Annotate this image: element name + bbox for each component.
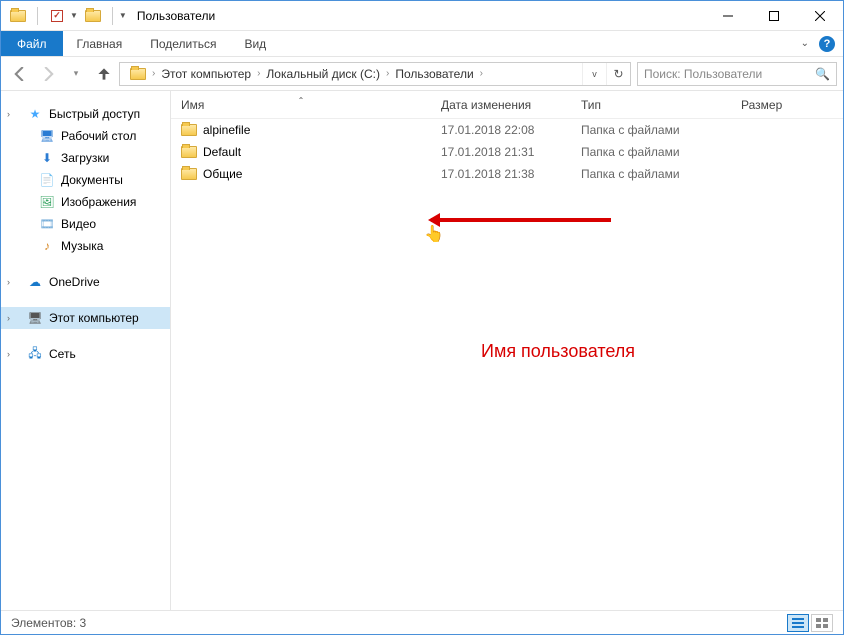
- tab-home[interactable]: Главная: [63, 31, 137, 56]
- folder-icon: [181, 146, 197, 158]
- navigation-bar: ▾ › Этот компьютер › Локальный диск (C:)…: [1, 57, 843, 91]
- chevron-down-icon[interactable]: ▼: [70, 11, 78, 20]
- quick-access-toolbar: ✓ ▼ ▼: [1, 5, 127, 27]
- title-bar: ✓ ▼ ▼ Пользователи: [1, 1, 843, 31]
- sidebar-item-quick-access[interactable]: › ★ Быстрый доступ: [1, 103, 170, 125]
- qat-folder-icon[interactable]: [7, 5, 29, 27]
- ribbon-expand-icon[interactable]: ⌄: [801, 38, 809, 49]
- minimize-button[interactable]: [705, 1, 751, 31]
- sidebar-item-label: OneDrive: [49, 275, 100, 289]
- forward-button[interactable]: [35, 61, 61, 87]
- file-name: Общие: [203, 167, 242, 181]
- file-date: 17.01.2018 21:31: [431, 145, 571, 159]
- sidebar-item-downloads[interactable]: ⬇ Загрузки: [1, 147, 170, 169]
- address-bar[interactable]: › Этот компьютер › Локальный диск (C:) ›…: [119, 62, 631, 86]
- sidebar-item-label: Этот компьютер: [49, 311, 139, 325]
- file-tab[interactable]: Файл: [1, 31, 63, 56]
- monitor-icon: 🖥: [27, 310, 43, 326]
- search-box[interactable]: Поиск: Пользователи 🔍: [637, 62, 837, 86]
- breadcrumb[interactable]: Этот компьютер: [155, 67, 257, 81]
- view-large-icons-button[interactable]: [811, 614, 833, 632]
- file-list-area: ⌃Имя Дата изменения Тип Размер alpinefil…: [171, 91, 843, 612]
- file-date: 17.01.2018 21:38: [431, 167, 571, 181]
- navigation-pane: › ★ Быстрый доступ 🖥 Рабочий стол ⬇ Загруз…: [1, 91, 171, 612]
- file-name: alpinefile: [203, 123, 250, 137]
- column-header-size[interactable]: Размер: [731, 98, 811, 112]
- search-icon: 🔍: [815, 67, 830, 81]
- file-date: 17.01.2018 22:08: [431, 123, 571, 137]
- address-dropdown[interactable]: v: [582, 63, 606, 85]
- column-header-date[interactable]: Дата изменения: [431, 98, 571, 112]
- status-item-count: Элементов: 3: [11, 616, 86, 630]
- chevron-right-icon[interactable]: ›: [7, 109, 17, 119]
- qat-properties-button[interactable]: ✓: [46, 5, 68, 27]
- back-button[interactable]: [7, 61, 33, 87]
- qat-new-folder-button[interactable]: [82, 5, 104, 27]
- file-name: Default: [203, 145, 241, 159]
- pictures-icon: 🖼: [39, 194, 55, 210]
- file-row[interactable]: Общие 17.01.2018 21:38 Папка с файлами: [171, 163, 843, 185]
- star-icon: ★: [27, 106, 43, 122]
- search-placeholder: Поиск: Пользователи: [644, 67, 762, 81]
- file-row[interactable]: Default 17.01.2018 21:31 Папка с файлами: [171, 141, 843, 163]
- annotation-label: Имя пользователя: [481, 341, 635, 362]
- sidebar-item-label: Изображения: [61, 195, 136, 209]
- sidebar-item-label: Сеть: [49, 347, 76, 361]
- chevron-right-icon[interactable]: ›: [480, 68, 483, 79]
- sidebar-item-label: Музыка: [61, 239, 103, 253]
- refresh-button[interactable]: ↻: [606, 63, 630, 85]
- downloads-icon: ⬇: [39, 150, 55, 166]
- close-button[interactable]: [797, 1, 843, 31]
- sidebar-item-videos[interactable]: 🎞 Видео: [1, 213, 170, 235]
- file-type: Папка с файлами: [571, 123, 731, 137]
- desktop-icon: 🖥: [39, 128, 55, 144]
- file-row[interactable]: alpinefile 17.01.2018 22:08 Папка с файл…: [171, 119, 843, 141]
- sidebar-item-onedrive[interactable]: › ☁ OneDrive: [1, 271, 170, 293]
- annotation-arrow: [431, 218, 611, 222]
- breadcrumb[interactable]: Пользователи: [389, 67, 479, 81]
- ribbon: Файл Главная Поделиться Вид ⌄ ?: [1, 31, 843, 57]
- up-button[interactable]: [91, 61, 117, 87]
- tab-view[interactable]: Вид: [230, 31, 280, 56]
- sidebar-item-documents[interactable]: 📄 Документы: [1, 169, 170, 191]
- sidebar-item-label: Загрузки: [61, 151, 109, 165]
- file-type: Папка с файлами: [571, 167, 731, 181]
- window-title: Пользователи: [137, 9, 215, 23]
- folder-icon: [181, 168, 197, 180]
- help-icon[interactable]: ?: [819, 36, 835, 52]
- chevron-right-icon[interactable]: ›: [7, 313, 17, 323]
- view-details-button[interactable]: [787, 614, 809, 632]
- chevron-right-icon[interactable]: ›: [7, 349, 17, 359]
- sidebar-item-pictures[interactable]: 🖼 Изображения: [1, 191, 170, 213]
- column-header-name[interactable]: ⌃Имя: [171, 98, 431, 112]
- status-bar: Элементов: 3: [1, 610, 843, 634]
- network-icon: 🖧: [27, 346, 43, 362]
- cloud-icon: ☁: [27, 274, 43, 290]
- videos-icon: 🎞: [39, 216, 55, 232]
- sidebar-item-label: Видео: [61, 217, 96, 231]
- sidebar-item-desktop[interactable]: 🖥 Рабочий стол: [1, 125, 170, 147]
- music-icon: ♪: [39, 238, 55, 254]
- column-header-type[interactable]: Тип: [571, 98, 731, 112]
- sidebar-item-label: Быстрый доступ: [49, 107, 140, 121]
- breadcrumb[interactable]: Локальный диск (C:): [260, 67, 386, 81]
- sidebar-item-this-pc[interactable]: › 🖥 Этот компьютер: [1, 307, 170, 329]
- sidebar-item-network[interactable]: › 🖧 Сеть: [1, 343, 170, 365]
- qat-customize-dropdown[interactable]: ▼: [119, 11, 127, 20]
- tab-share[interactable]: Поделиться: [136, 31, 230, 56]
- sidebar-item-label: Рабочий стол: [61, 129, 136, 143]
- sidebar-item-music[interactable]: ♪ Музыка: [1, 235, 170, 257]
- folder-icon: [130, 68, 146, 80]
- file-type: Папка с файлами: [571, 145, 731, 159]
- sidebar-item-label: Документы: [61, 173, 123, 187]
- recent-dropdown[interactable]: ▾: [63, 61, 89, 87]
- column-headers: ⌃Имя Дата изменения Тип Размер: [171, 91, 843, 119]
- maximize-button[interactable]: [751, 1, 797, 31]
- sort-indicator-icon: ⌃: [298, 96, 305, 105]
- documents-icon: 📄: [39, 172, 55, 188]
- cursor-icon: 👆: [424, 224, 444, 244]
- folder-icon: [181, 124, 197, 136]
- chevron-right-icon[interactable]: ›: [7, 277, 17, 287]
